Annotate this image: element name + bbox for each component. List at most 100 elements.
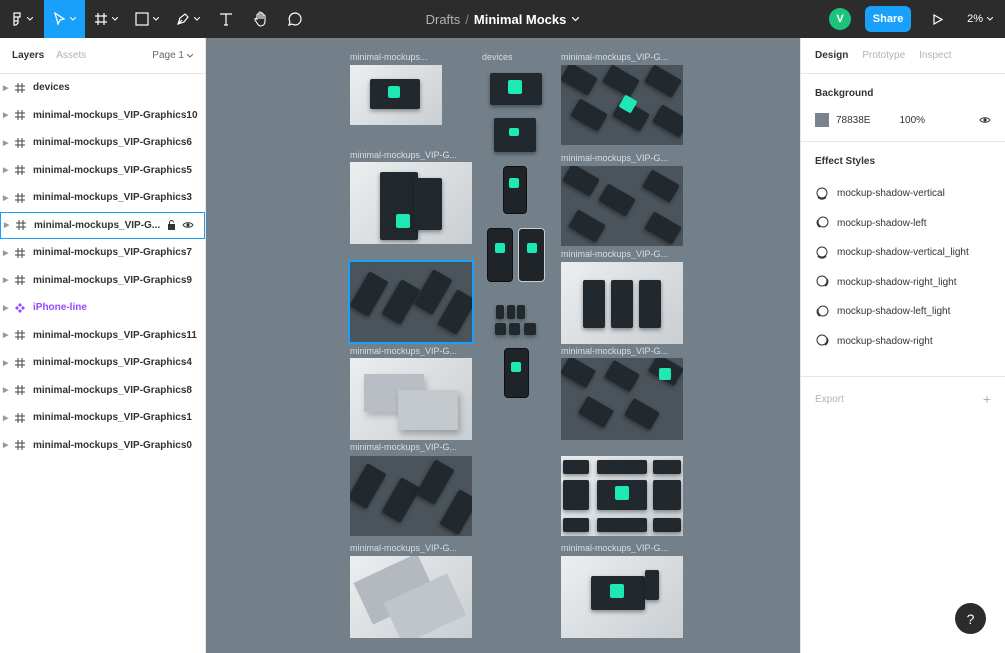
file-name[interactable]: Minimal Mocks bbox=[474, 12, 566, 27]
properties-panel: Design Prototype Inspect Background 7883… bbox=[800, 38, 1005, 653]
background-opacity[interactable]: 100% bbox=[899, 115, 925, 126]
frame-label[interactable]: minimal-mockups_VIP-G... bbox=[561, 346, 681, 356]
frame-label[interactable]: devices bbox=[482, 52, 532, 62]
chevron-down-icon[interactable] bbox=[572, 16, 580, 22]
expand-caret-icon[interactable]: ▶ bbox=[3, 84, 13, 92]
expand-caret-icon[interactable]: ▶ bbox=[3, 441, 13, 449]
effect-style-name: mockup-shadow-vertical bbox=[837, 188, 945, 200]
add-export-icon[interactable]: + bbox=[983, 391, 991, 407]
effect-style-item[interactable]: mockup-shadow-right_light bbox=[815, 268, 991, 298]
tab-design[interactable]: Design bbox=[815, 50, 848, 61]
help-button[interactable]: ? bbox=[955, 603, 986, 634]
chevron-down-icon bbox=[987, 17, 993, 21]
pointer-icon bbox=[53, 12, 66, 26]
expand-caret-icon[interactable]: ▶ bbox=[3, 139, 13, 147]
effect-style-item[interactable]: mockup-shadow-vertical_light bbox=[815, 238, 991, 268]
frame-label[interactable]: minimal-mockups_VIP-G... bbox=[350, 346, 470, 356]
tab-layers[interactable]: Layers bbox=[12, 50, 44, 61]
chevron-down-icon bbox=[187, 53, 193, 58]
expand-caret-icon[interactable]: ▶ bbox=[3, 166, 13, 174]
mockup-frame[interactable] bbox=[350, 162, 472, 244]
frame-label[interactable]: minimal-mockups... bbox=[350, 52, 442, 62]
mockup-frame[interactable] bbox=[350, 358, 472, 440]
layer-item[interactable]: ▶ minimal-mockups_VIP-Graphics1 bbox=[0, 404, 205, 432]
effect-styles-section: Effect Styles mockup-shadow-vertical moc… bbox=[801, 142, 1005, 377]
tab-assets[interactable]: Assets bbox=[56, 50, 86, 61]
canvas[interactable]: minimal-mockups... minimal-mockups_VIP-G… bbox=[206, 38, 800, 653]
layer-item[interactable]: ▶ minimal-mockups_VIP-Graphics0 bbox=[0, 432, 205, 460]
breadcrumb-drafts[interactable]: Drafts bbox=[426, 12, 461, 27]
layer-item[interactable]: ▶ minimal-mockups_VIP-Graphics8 bbox=[0, 377, 205, 405]
expand-caret-icon[interactable]: ▶ bbox=[3, 194, 13, 202]
layer-name: minimal-mockups_VIP-G... bbox=[34, 219, 161, 231]
expand-caret-icon[interactable]: ▶ bbox=[3, 414, 13, 422]
comment-icon bbox=[288, 12, 302, 26]
chevron-down-icon bbox=[27, 17, 33, 21]
frame-label[interactable]: minimal-mockups_VIP-G... bbox=[561, 153, 681, 163]
expand-caret-icon[interactable]: ▶ bbox=[3, 359, 13, 367]
zoom-menu[interactable]: 2% bbox=[967, 13, 993, 25]
frame-label[interactable]: minimal-mockups_VIP-G... bbox=[350, 543, 470, 553]
effect-style-item[interactable]: mockup-shadow-vertical bbox=[815, 179, 991, 209]
frame-label[interactable]: minimal-mockups_VIP-G... bbox=[561, 543, 681, 553]
layer-item-hovered[interactable]: ▶ minimal-mockups_VIP-G... bbox=[0, 211, 205, 239]
mockup-frame[interactable] bbox=[561, 262, 683, 344]
effect-style-item[interactable]: mockup-shadow-left_light bbox=[815, 297, 991, 327]
expand-caret-icon[interactable]: ▶ bbox=[4, 221, 14, 229]
expand-caret-icon[interactable]: ▶ bbox=[3, 249, 13, 257]
mockup-frame[interactable] bbox=[350, 556, 472, 638]
frame-label[interactable]: minimal-mockups_VIP-G... bbox=[350, 150, 470, 160]
layer-name: devices bbox=[33, 82, 70, 94]
frame-tool[interactable] bbox=[85, 0, 127, 38]
background-hex[interactable]: 78838E bbox=[836, 115, 870, 126]
effect-style-item[interactable]: mockup-shadow-left bbox=[815, 209, 991, 239]
mockup-frame-selected[interactable] bbox=[348, 260, 474, 344]
frame-label[interactable]: minimal-mockups_VIP-G... bbox=[350, 442, 470, 452]
move-tool[interactable] bbox=[44, 0, 85, 38]
layer-item[interactable]: ▶ minimal-mockups_VIP-Graphics4 bbox=[0, 349, 205, 377]
layer-item[interactable]: ▶ minimal-mockups_VIP-Graphics3 bbox=[0, 184, 205, 212]
shape-tool[interactable] bbox=[127, 0, 167, 38]
expand-caret-icon[interactable]: ▶ bbox=[3, 331, 13, 339]
layer-item[interactable]: ▶ minimal-mockups_VIP-Graphics11 bbox=[0, 322, 205, 350]
eye-icon[interactable] bbox=[979, 116, 991, 124]
share-button[interactable]: Share bbox=[865, 6, 912, 32]
mockup-frame[interactable] bbox=[561, 65, 683, 145]
expand-caret-icon[interactable]: ▶ bbox=[3, 276, 13, 284]
main-menu-button[interactable] bbox=[0, 0, 44, 38]
background-swatch[interactable] bbox=[815, 113, 829, 127]
pen-tool[interactable] bbox=[167, 0, 209, 38]
mockup-frame[interactable] bbox=[350, 456, 472, 536]
frame-label[interactable]: minimal-mockups_VIP-G... bbox=[561, 52, 681, 62]
layer-name: minimal-mockups_VIP-Graphics9 bbox=[33, 274, 192, 286]
layer-item[interactable]: ▶ devices bbox=[0, 74, 205, 102]
comment-tool[interactable] bbox=[278, 0, 312, 38]
mockup-frame[interactable] bbox=[350, 65, 442, 125]
avatar[interactable]: V bbox=[829, 8, 852, 30]
tab-prototype[interactable]: Prototype bbox=[862, 50, 905, 61]
text-icon bbox=[220, 13, 232, 26]
frame-icon bbox=[13, 82, 27, 93]
expand-caret-icon[interactable]: ▶ bbox=[3, 111, 13, 119]
effect-style-item[interactable]: mockup-shadow-right bbox=[815, 327, 991, 357]
hand-tool[interactable] bbox=[243, 0, 278, 38]
tab-inspect[interactable]: Inspect bbox=[919, 50, 951, 61]
mockup-frame[interactable] bbox=[561, 166, 683, 246]
mockup-frame[interactable] bbox=[561, 358, 683, 440]
expand-caret-icon[interactable]: ▶ bbox=[3, 304, 13, 312]
expand-caret-icon[interactable]: ▶ bbox=[3, 386, 13, 394]
layer-item[interactable]: ▶ minimal-mockups_VIP-Graphics5 bbox=[0, 157, 205, 185]
page-selector[interactable]: Page 1 bbox=[152, 50, 193, 61]
layer-item-component[interactable]: ▶ iPhone-line bbox=[0, 294, 205, 322]
text-tool[interactable] bbox=[209, 0, 243, 38]
layer-item[interactable]: ▶ minimal-mockups_VIP-Graphics10 bbox=[0, 102, 205, 130]
layer-item[interactable]: ▶ minimal-mockups_VIP-Graphics9 bbox=[0, 267, 205, 295]
eye-icon[interactable] bbox=[182, 221, 194, 229]
layer-item[interactable]: ▶ minimal-mockups_VIP-Graphics6 bbox=[0, 129, 205, 157]
lock-icon[interactable] bbox=[167, 220, 176, 231]
mockup-frame[interactable] bbox=[561, 456, 683, 536]
mockup-frame[interactable] bbox=[561, 556, 683, 638]
play-icon[interactable] bbox=[933, 13, 944, 25]
layer-item[interactable]: ▶ minimal-mockups_VIP-Graphics7 bbox=[0, 239, 205, 267]
frame-label[interactable]: minimal-mockups_VIP-G... bbox=[561, 249, 681, 259]
